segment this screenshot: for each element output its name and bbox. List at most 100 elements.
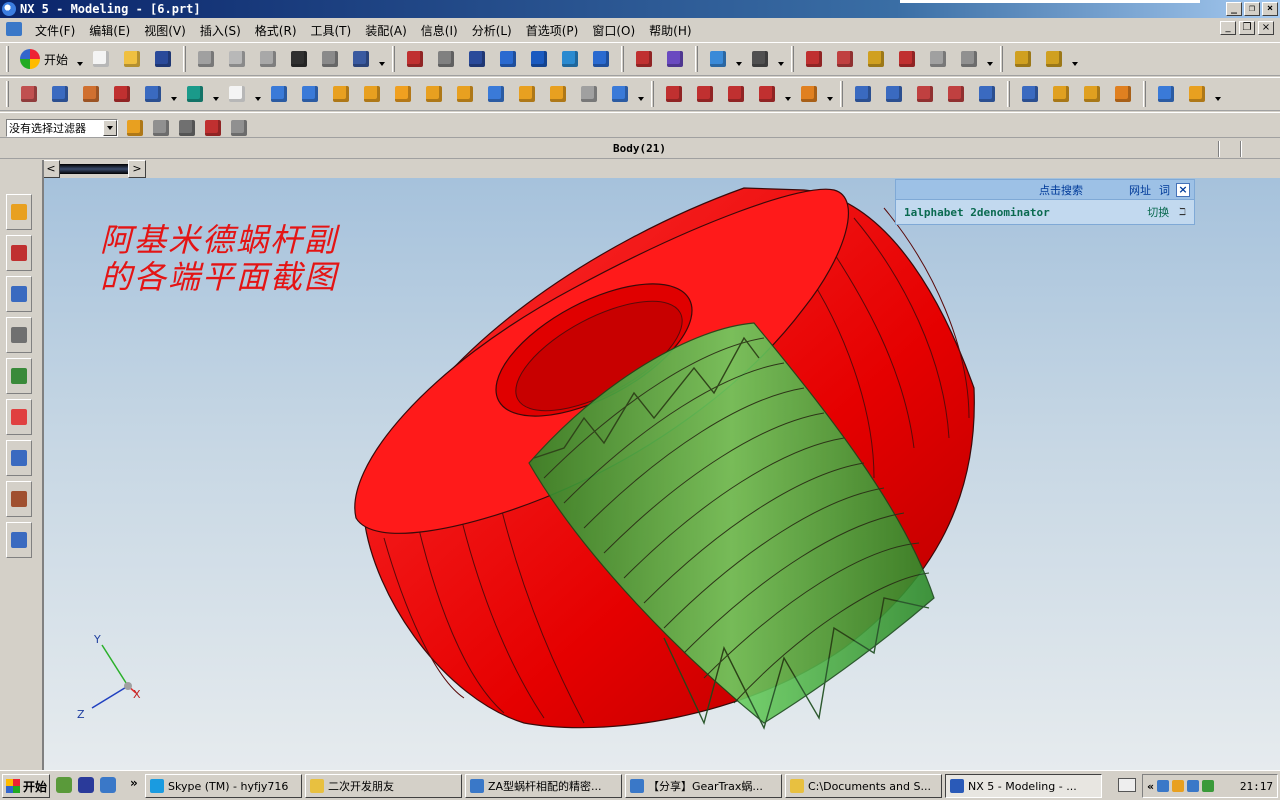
trim-body-icon[interactable] (545, 81, 571, 107)
sheet-body-icon[interactable] (1017, 81, 1043, 107)
snap-dropdown-arrow[interactable] (987, 46, 994, 72)
zoom-icon[interactable] (495, 46, 521, 72)
split-body-icon[interactable] (576, 81, 602, 107)
menu-tools[interactable]: 工具(T) (304, 22, 359, 39)
unite-icon[interactable] (266, 81, 292, 107)
swept-surface-icon[interactable] (943, 81, 969, 107)
task-folder-friends[interactable]: 二次开发朋友 (305, 774, 462, 798)
process-studio-tab[interactable] (6, 440, 32, 476)
tray-qq-icon[interactable] (1172, 780, 1185, 792)
undo-icon[interactable] (286, 46, 312, 72)
arc-icon[interactable] (692, 81, 718, 107)
task-ie-za-worm[interactable]: ZA型蜗杆相配的精密... (465, 774, 622, 798)
n-sided-surface-icon[interactable] (912, 81, 938, 107)
start-dropdown-arrow[interactable] (77, 46, 84, 72)
tray-network-icon[interactable] (1157, 780, 1170, 792)
toolbar-grip[interactable] (6, 46, 9, 72)
task-documents-folder[interactable]: C:\Documents and S... (785, 774, 942, 798)
keyboard-layout-icon[interactable] (1118, 778, 1136, 792)
sew-icon[interactable] (1079, 81, 1105, 107)
scroll-right-button[interactable]: > (128, 160, 146, 178)
offset-dropdown-arrow[interactable] (638, 81, 644, 107)
select-icon[interactable] (348, 46, 374, 72)
reuse-library-tab[interactable] (6, 358, 32, 394)
quick-launch-chevron[interactable]: » (130, 776, 138, 790)
surface-grid-icon[interactable] (850, 81, 876, 107)
chamfer-icon[interactable] (359, 81, 385, 107)
rotate-icon[interactable] (526, 46, 552, 72)
measure-dropdown-arrow[interactable] (1072, 46, 1079, 72)
part-navigator-icon[interactable] (662, 46, 688, 72)
face-blend-icon[interactable] (390, 81, 416, 107)
wcs-dropdown-arrow[interactable] (778, 46, 785, 72)
quick-launch-ie-icon[interactable] (100, 777, 116, 793)
measure-angle-icon[interactable] (1041, 46, 1067, 72)
scroll-left-button[interactable]: < (42, 160, 60, 178)
bounded-plane-icon[interactable] (974, 81, 1000, 107)
fit-view-icon[interactable] (402, 46, 428, 72)
web-search-button[interactable]: 网址 (1127, 182, 1153, 198)
polygon-icon[interactable] (723, 81, 749, 107)
menu-analysis[interactable]: 分析(L) (465, 22, 519, 39)
redo-icon[interactable] (317, 46, 343, 72)
tray-monitor-icon[interactable] (1187, 780, 1200, 792)
quick-pick-icon[interactable] (228, 115, 248, 141)
design-feature-dropdown-arrow[interactable] (213, 81, 219, 107)
doc-minimize-button[interactable]: _ (1220, 21, 1236, 35)
click-search-label[interactable]: 点击搜索 (1039, 182, 1083, 198)
snap-midpoint-icon[interactable] (925, 46, 951, 72)
close-button[interactable]: × (1262, 2, 1278, 16)
edit-feature-icon[interactable] (140, 81, 166, 107)
quick-launch-app-icon[interactable] (56, 777, 72, 793)
menu-help[interactable]: 帮助(H) (642, 22, 698, 39)
selection-scope-icon[interactable] (124, 115, 144, 141)
open-folder-icon[interactable] (119, 46, 145, 72)
menu-file[interactable]: 文件(F) (28, 22, 82, 39)
minimize-button[interactable]: _ (1226, 2, 1242, 16)
shell-icon[interactable] (421, 81, 447, 107)
subtract-icon[interactable] (297, 81, 323, 107)
shaded-cube-icon[interactable] (705, 46, 731, 72)
curve-dropdown-arrow[interactable] (785, 81, 791, 107)
roles-tab[interactable] (6, 481, 32, 517)
spline-icon[interactable] (754, 81, 780, 107)
snap-cursor-icon[interactable] (202, 115, 222, 141)
toolbar-grip[interactable] (6, 81, 9, 107)
analysis-dropdown-arrow[interactable] (1215, 81, 1221, 107)
assembly-navigator-tab[interactable] (6, 194, 32, 230)
document-menu-icon[interactable] (6, 22, 22, 36)
web-browser-tab[interactable] (6, 276, 32, 312)
save-icon[interactable] (150, 46, 176, 72)
maximize-button[interactable]: ❐ (1244, 2, 1260, 16)
doc-restore-button[interactable]: ❐ (1239, 21, 1255, 35)
widget-close-icon[interactable]: × (1176, 182, 1190, 197)
pan-icon[interactable] (557, 46, 583, 72)
datum-plane-icon[interactable] (801, 46, 827, 72)
menu-format[interactable]: 格式(R) (248, 22, 304, 39)
task-skype[interactable]: Skype (TM) - hyfjy716 (145, 774, 302, 798)
deselect-icon[interactable] (150, 115, 170, 141)
menu-window[interactable]: 窗口(O) (585, 22, 642, 39)
windows-start-button[interactable]: 开始 (2, 774, 50, 798)
type-filter-dropdown-arrow[interactable] (103, 120, 117, 136)
graphics-window[interactable]: Y X Z 阿基米德蜗杆副 的各端平面截图 (44, 178, 1280, 770)
start-button[interactable]: 开始 (16, 46, 72, 72)
switch-button[interactable]: 切换 (1147, 204, 1169, 220)
assembly-navigator-icon[interactable] (631, 46, 657, 72)
tray-expand-chevron[interactable]: « (1147, 780, 1154, 793)
reflection-icon[interactable] (1184, 81, 1210, 107)
edit-feature-dropdown-arrow[interactable] (171, 81, 177, 107)
datum-axis-icon[interactable] (832, 46, 858, 72)
block-dropdown-arrow[interactable] (255, 81, 261, 107)
revolve-icon[interactable] (78, 81, 104, 107)
history-tab[interactable] (6, 317, 32, 353)
sketch-icon[interactable] (16, 81, 42, 107)
doc-close-button[interactable]: × (1258, 21, 1274, 35)
design-feature-icon[interactable] (182, 81, 208, 107)
tray-security-icon[interactable] (1202, 780, 1215, 792)
snap-center-icon[interactable] (956, 46, 982, 72)
expand-icon[interactable]: ℶ (1179, 207, 1186, 218)
snap-endpoint-icon[interactable] (894, 46, 920, 72)
instance-icon[interactable] (483, 81, 509, 107)
system-scene-tab[interactable] (6, 522, 32, 558)
